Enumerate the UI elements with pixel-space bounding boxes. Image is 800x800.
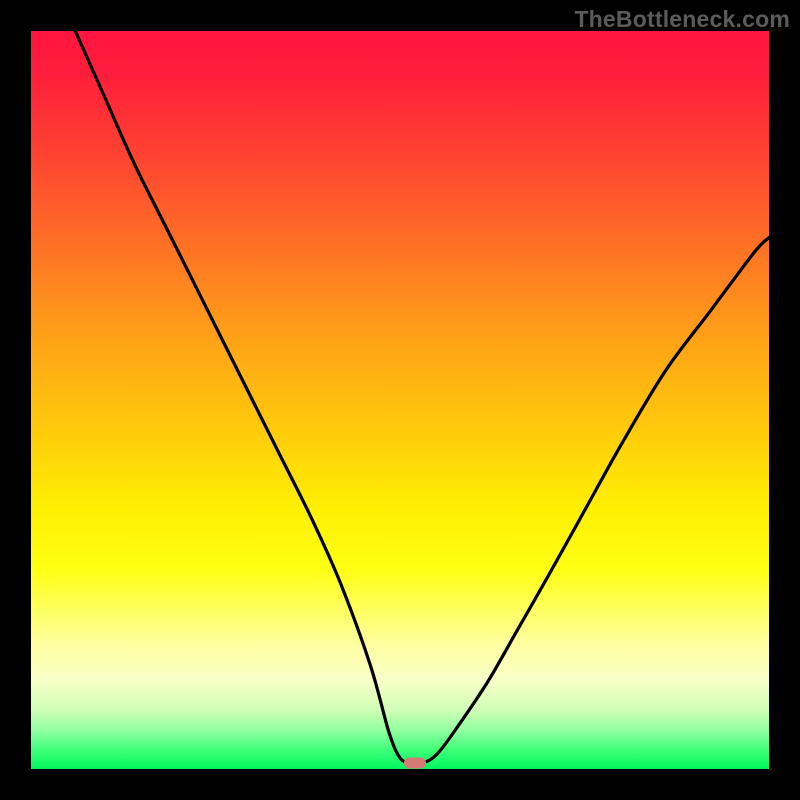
bottleneck-curve (31, 31, 769, 769)
chart-frame: TheBottleneck.com (0, 0, 800, 800)
plot-area (31, 31, 769, 769)
watermark-text: TheBottleneck.com (574, 6, 790, 33)
optimal-point-marker (404, 758, 426, 769)
